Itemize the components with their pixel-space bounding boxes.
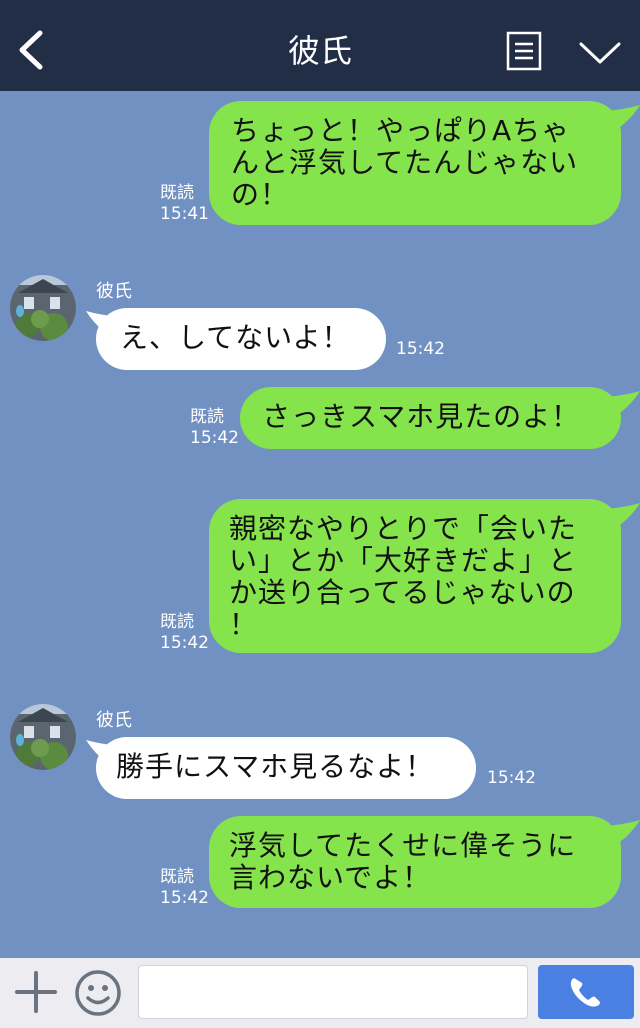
emoji-icon[interactable] (74, 969, 122, 1017)
phone-icon (570, 978, 600, 1007)
read-receipt: 既読 15:41 (160, 183, 209, 224)
message-time: 15:42 (487, 768, 536, 788)
outgoing-message[interactable]: さっきスマホ見たのよ！ (240, 387, 621, 449)
message-input-bar (0, 958, 640, 1028)
read-receipt: 既読 15:42 (190, 407, 239, 448)
sender-name: 彼氏 (96, 710, 132, 731)
menu-icon[interactable] (506, 31, 542, 71)
sender-name: 彼氏 (96, 281, 132, 302)
contact-avatar[interactable] (10, 275, 76, 341)
incoming-message[interactable]: え、してないよ！ (96, 308, 386, 370)
chevron-down-icon[interactable] (578, 40, 622, 66)
outgoing-message[interactable]: 親密なやりとりで「会いた い」とか「大好きだよ」と か送り合ってるじゃないの ！ (209, 499, 621, 653)
incoming-message[interactable]: 勝手にスマホ見るなよ！ (96, 737, 476, 799)
message-input[interactable] (138, 965, 528, 1019)
contact-avatar[interactable] (10, 704, 76, 770)
bubble-tail (606, 503, 640, 529)
bubble-tail (606, 820, 640, 846)
read-receipt: 既読 15:42 (160, 612, 209, 653)
outgoing-message[interactable]: ちょっと！やっぱりAちゃ んと浮気してたんじゃない の！ (209, 101, 621, 225)
house-photo-icon (10, 275, 76, 341)
outgoing-message[interactable]: 浮気してたくせに偉そうに 言わないでよ！ (209, 816, 621, 908)
bubble-tail (606, 391, 640, 417)
call-button[interactable] (538, 965, 634, 1019)
house-photo-icon (10, 704, 76, 770)
read-receipt: 既読 15:42 (160, 867, 209, 908)
message-time: 15:42 (396, 339, 445, 359)
chat-header: 彼氏 (0, 0, 640, 91)
chat-title: 彼氏 (287, 32, 352, 70)
plus-icon[interactable] (14, 970, 58, 1014)
chat-area[interactable]: 既読 15:41 ちょっと！やっぱりAちゃ んと浮気してたんじゃない の！ 彼氏… (0, 91, 640, 958)
bubble-tail (606, 105, 640, 131)
